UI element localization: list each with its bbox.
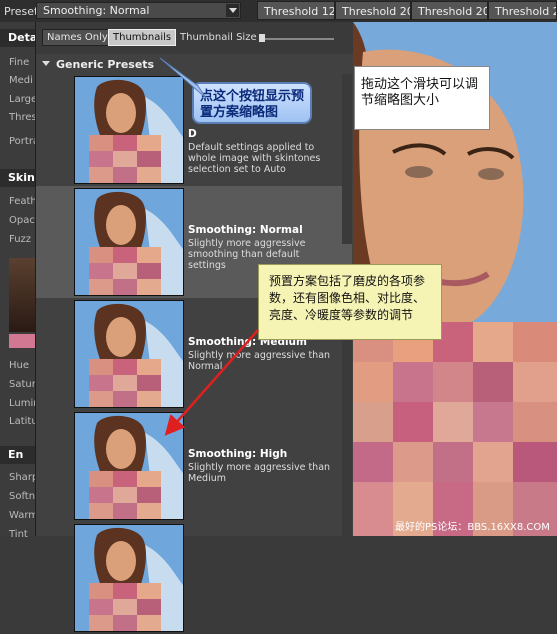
preset-item-next[interactable] xyxy=(36,522,342,634)
watermark: 最好的PS论坛：BBS.16XX8.COM xyxy=(395,522,550,533)
annotation-arrows xyxy=(159,57,259,436)
red-arrow xyxy=(164,329,259,436)
callout-pointer xyxy=(159,57,207,99)
preset-thumbnail xyxy=(74,524,184,632)
